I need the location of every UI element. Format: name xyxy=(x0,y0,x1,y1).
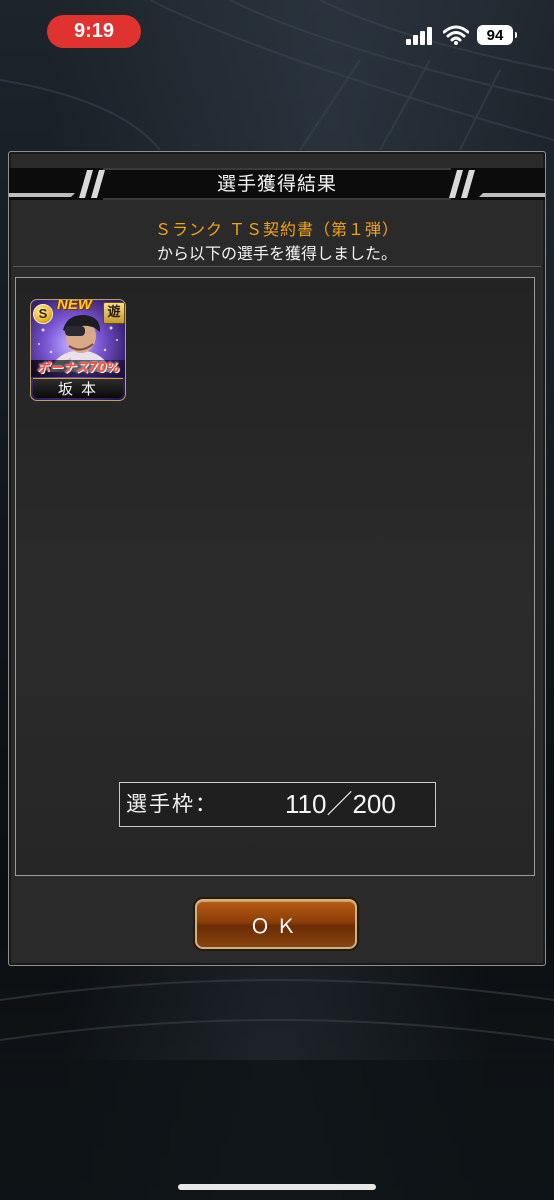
player-card[interactable]: S NEW 遊 ボーナス70% 坂本 xyxy=(30,299,126,401)
bonus-label: ボーナス70% xyxy=(31,360,125,377)
signal-icon xyxy=(406,27,432,45)
player-name: 坂本 xyxy=(33,378,123,398)
dialog-title: 選手獲得結果 xyxy=(216,173,337,195)
rank-badge: S xyxy=(33,304,53,324)
status-bar: 9:19 94 xyxy=(0,0,554,66)
new-label: NEW xyxy=(57,299,92,313)
home-indicator[interactable] xyxy=(178,1184,376,1190)
game-screen: 9:19 94 選手獲得結果 Ｓランク ＴＳ契約書（第１弾） から以下の選手を獲… xyxy=(0,0,554,1200)
position-badge: 遊 xyxy=(103,302,125,324)
wifi-icon xyxy=(443,25,469,45)
ok-button[interactable]: ＯＫ xyxy=(195,899,357,949)
battery-icon: 94 xyxy=(477,25,517,45)
roster-slots-label: 選手枠： xyxy=(126,792,218,816)
dialog-title-bar: 選手獲得結果 xyxy=(9,168,545,200)
acquired-players-panel: S NEW 遊 ボーナス70% 坂本 選手枠： 110／200 xyxy=(15,277,535,876)
roster-slots: 選手枠： 110／200 xyxy=(119,782,436,827)
acquisition-result-dialog: 選手獲得結果 Ｓランク ＴＳ契約書（第１弾） から以下の選手を獲得しました。 S… xyxy=(8,151,546,966)
roster-slots-value: 110／200 xyxy=(285,789,396,819)
acquisition-message: から以下の選手を獲得しました。 xyxy=(156,244,397,263)
status-time: 9:19 xyxy=(47,15,141,48)
divider xyxy=(13,266,541,267)
contract-name: Ｓランク ＴＳ契約書（第１弾） xyxy=(154,220,400,239)
